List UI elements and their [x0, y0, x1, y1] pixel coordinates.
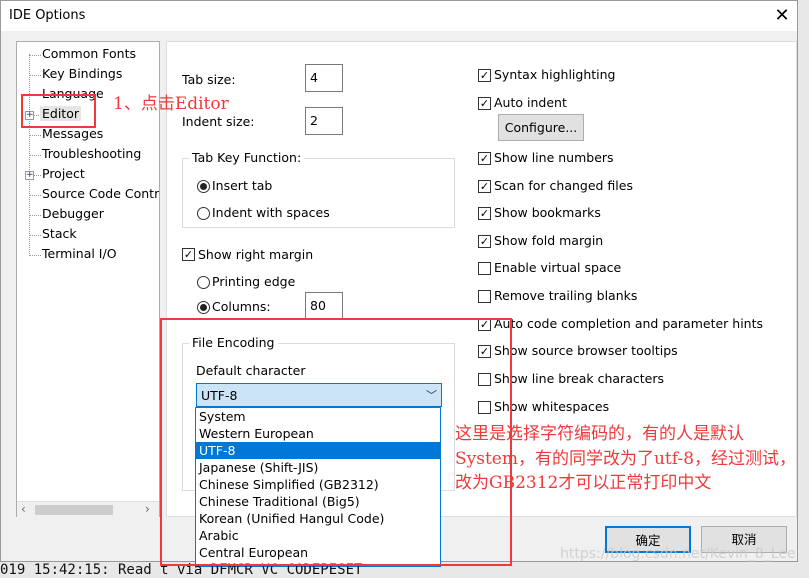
tree-guide [29, 195, 41, 196]
close-icon[interactable]: ✕ [769, 5, 795, 27]
tab-key-group-label: Tab Key Function: [189, 150, 305, 165]
checkbox-label: Auto code completion and parameter hints [494, 316, 764, 331]
annotation-box-editor [21, 94, 96, 128]
tree-item[interactable]: Troubleshooting [42, 146, 141, 161]
window-title: IDE Options [9, 8, 86, 23]
checkbox-label: Enable virtual space [494, 260, 622, 275]
checkbox[interactable] [478, 262, 491, 275]
tab-size-input[interactable]: 4 [305, 64, 343, 92]
tree-horizontal-scrollbar[interactable]: ‹ › [17, 501, 159, 517]
checkbox[interactable]: ✓ [478, 180, 491, 193]
checkbox-label: Auto indent [494, 95, 567, 110]
columns-input[interactable]: 80 [305, 292, 343, 320]
checkbox[interactable]: ✓ [478, 69, 491, 82]
checkbox-label: Show fold margin [494, 233, 604, 248]
tree-guide [29, 255, 41, 256]
indent-spaces-radio[interactable] [197, 207, 210, 220]
checkbox[interactable]: ✓ [478, 207, 491, 220]
checkbox-label: Show line break characters [494, 371, 664, 386]
tree-guide [29, 135, 41, 136]
indent-size-label: Indent size: [182, 114, 255, 129]
checkbox[interactable]: ✓ [478, 152, 491, 165]
tree-item[interactable]: Debugger [42, 206, 104, 221]
tree-guide [29, 235, 41, 236]
checkbox-label: Show bookmarks [494, 205, 601, 220]
checkbox[interactable]: ✓ [478, 97, 491, 110]
checkbox-label: Show source browser tooltips [494, 343, 678, 358]
watermark: https://blog.csdn.net/Kevin_8_Lee [560, 546, 796, 562]
tree-guide [29, 215, 41, 216]
show-right-margin-checkbox[interactable]: ✓ [182, 248, 195, 261]
expand-icon[interactable]: + [25, 171, 34, 180]
insert-tab-radio[interactable] [197, 180, 210, 193]
columns-radio[interactable] [197, 301, 210, 314]
printing-edge-radio[interactable] [197, 276, 210, 289]
annotation-step1: 1、点击Editor [113, 94, 229, 114]
insert-tab-label: Insert tab [212, 178, 273, 193]
indent-spaces-label: Indent with spaces [212, 205, 330, 220]
tree-guide [29, 75, 41, 76]
annotation-note: 这里是选择字符编码的，有的人是默认System，有的同学改为了utf-8，经过测… [455, 424, 797, 493]
checkbox-label: Show line numbers [494, 150, 614, 165]
checkbox-label: Syntax highlighting [494, 67, 616, 82]
scroll-right-icon[interactable]: › [145, 502, 150, 516]
checkbox[interactable]: ✓ [478, 235, 491, 248]
show-right-margin-label: Show right margin [198, 247, 314, 262]
tree-item[interactable]: Stack [42, 226, 77, 241]
title-bar: IDE Options ✕ [1, 1, 797, 31]
scroll-thumb[interactable] [35, 505, 113, 515]
tree-item[interactable]: Source Code Contro [42, 186, 159, 201]
tree-item[interactable]: Terminal I/O [42, 246, 117, 261]
printing-edge-label: Printing edge [212, 274, 296, 289]
checkbox[interactable] [478, 290, 491, 303]
tree-guide [29, 155, 41, 156]
tree-item[interactable]: Key Bindings [42, 66, 122, 81]
columns-label: Columns: [212, 299, 271, 314]
tree-item[interactable]: Project [42, 166, 85, 181]
tree-item[interactable]: Common Fonts [42, 46, 136, 61]
configure-button[interactable]: Configure... [498, 114, 584, 141]
scroll-left-icon[interactable]: ‹ [21, 502, 26, 516]
tree-item[interactable]: Messages [42, 126, 103, 141]
tab-size-label: Tab size: [182, 72, 236, 87]
checkbox-label: Remove trailing blanks [494, 288, 638, 303]
tree-guide [29, 54, 30, 254]
tree-guide [29, 55, 41, 56]
indent-size-input[interactable]: 2 [305, 107, 343, 135]
checkbox-label: Scan for changed files [494, 178, 633, 193]
